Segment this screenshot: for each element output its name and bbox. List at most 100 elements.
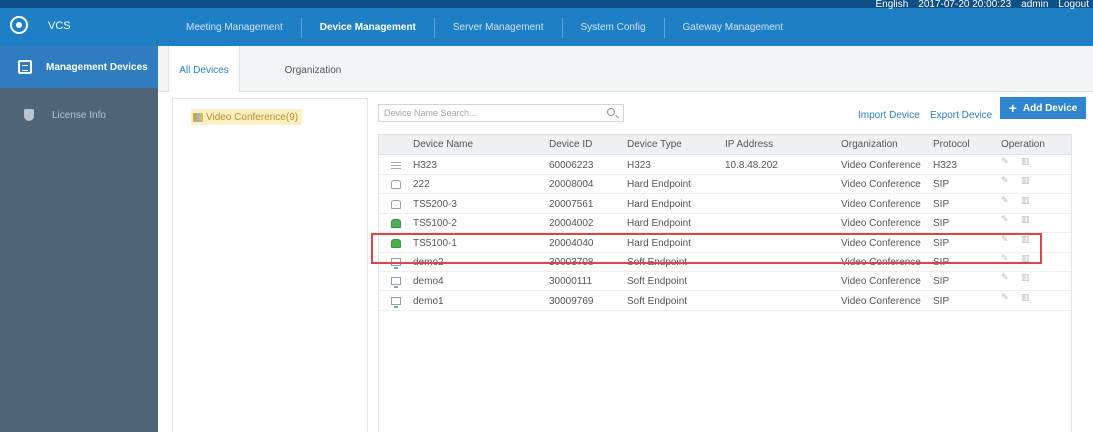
plus-icon: + — [1008, 100, 1017, 116]
datetime: 2017-07-20 20:00:23 — [918, 0, 1012, 10]
edit-icon[interactable]: ✎ — [1001, 272, 1009, 283]
sidebar: Management Devices License Info — [0, 46, 158, 432]
organization-cell: Video Conference — [841, 295, 921, 307]
tab-all-devices[interactable]: All Devices — [168, 46, 240, 92]
protocol-cell: H323 — [933, 160, 957, 171]
edit-icon[interactable]: ✎ — [1001, 214, 1009, 225]
device-name-cell: TS5200-3 — [413, 198, 457, 210]
organization-cell: Video Conference — [841, 179, 921, 191]
delete-icon[interactable]: ▥ — [1021, 272, 1030, 283]
sidebar-item-license-info[interactable]: License Info — [0, 94, 158, 136]
column-header-ip-address[interactable]: IP Address — [725, 135, 773, 155]
delete-icon[interactable]: ▥ — [1021, 195, 1030, 206]
h323-icon — [391, 162, 401, 169]
organization-icon — [193, 112, 203, 122]
hard-endpoint-icon — [391, 199, 401, 209]
table-row[interactable]: demo1 30009769 Soft Endpoint Video Conferen… — [379, 292, 1071, 311]
device-id-cell: 30000111 — [549, 276, 593, 288]
device-id-cell: 20004002 — [549, 218, 594, 230]
vcs-logo-icon — [10, 16, 28, 34]
user-name[interactable]: admin — [1021, 0, 1048, 10]
sidebar-item-label: License Info — [52, 109, 106, 121]
nav-gateway-management[interactable]: Gateway Management — [665, 18, 802, 38]
nav-server-management[interactable]: Server Management — [435, 18, 563, 38]
document-icon — [18, 60, 32, 74]
import-device-link[interactable]: Import Device — [858, 110, 920, 121]
table-header: Device Name Device ID Device Type IP Add… — [379, 135, 1071, 155]
delete-icon[interactable]: ▥ — [1021, 214, 1030, 225]
device-search — [378, 104, 624, 122]
sidebar-item-management-devices[interactable]: Management Devices — [0, 46, 158, 88]
edit-icon[interactable]: ✎ — [1001, 195, 1009, 206]
table-row[interactable]: TS5100-2 20004002 Hard Endpoint Video Confe… — [379, 214, 1071, 234]
device-type-cell: Hard Endpoint — [627, 218, 691, 230]
sidebar-item-label: Management Devices — [46, 61, 148, 73]
search-input[interactable] — [379, 105, 599, 121]
delete-icon[interactable]: ▥ — [1021, 175, 1030, 186]
top-bar: VCS Meeting Management Device Management… — [0, 0, 1093, 46]
protocol-cell: SIP — [933, 276, 950, 288]
device-id-cell: 30009769 — [549, 295, 594, 307]
main-nav: Meeting Management Device Management Ser… — [168, 14, 801, 42]
column-header-device-name[interactable]: Device Name — [413, 135, 473, 155]
organization-cell: Video Conference — [841, 276, 921, 288]
device-name-cell: demo1 — [413, 295, 444, 307]
edit-icon[interactable]: ✎ — [1001, 175, 1009, 186]
device-id-cell: 20008004 — [549, 179, 594, 191]
table-row[interactable]: TS5200-3 20007561 Hard Endpoint Video Confe… — [379, 195, 1071, 214]
brand-name: VCS — [48, 20, 71, 32]
tree-node-label: Video Conference(9) — [206, 111, 299, 123]
device-id-cell: 60006223 — [549, 160, 594, 171]
edit-icon[interactable]: ✎ — [1001, 292, 1009, 303]
device-id-cell: 20007561 — [549, 198, 594, 210]
device-type-cell: Hard Endpoint — [627, 179, 691, 191]
device-name-cell: TS5100-2 — [413, 218, 457, 230]
device-type-cell: Hard Endpoint — [627, 198, 691, 210]
table-row[interactable]: 222 20008004 Hard Endpoint Video Conference… — [379, 175, 1071, 195]
tab-organization[interactable]: Organization — [278, 46, 348, 92]
column-header-protocol[interactable]: Protocol — [933, 135, 970, 155]
device-type-cell: Soft Endpoint — [627, 295, 688, 307]
edit-icon[interactable]: ✎ — [1001, 156, 1009, 167]
device-name-cell: demo4 — [413, 276, 444, 288]
delete-icon[interactable]: ▥ — [1021, 156, 1030, 167]
ip-address-cell: 10.8.48.202 — [725, 160, 778, 171]
logout-link[interactable]: Logout — [1058, 0, 1089, 10]
protocol-cell: SIP — [933, 295, 950, 307]
protocol-cell: SIP — [933, 179, 950, 191]
table-row[interactable]: demo4 30000111 Soft Endpoint Video Conferen… — [379, 272, 1071, 292]
tree-node-video-conference[interactable]: Video Conference(9) — [191, 109, 303, 125]
column-header-organization[interactable]: Organization — [841, 135, 898, 155]
top-right-info: English 2017-07-20 20:00:23 admin Logout — [875, 0, 1089, 10]
organization-tree: Video Conference(9) — [172, 98, 368, 432]
export-device-link[interactable]: Export Device — [930, 110, 992, 121]
table-row[interactable]: H323 60006223 H323 10.8.48.202 Video Confere… — [379, 156, 1071, 175]
add-device-label: Add Device — [1022, 102, 1078, 114]
content-tabs: All Devices Organization — [158, 46, 1093, 92]
soft-endpoint-icon — [391, 296, 401, 308]
organization-cell: Video Conference — [841, 160, 921, 171]
highlighted-row-outline — [371, 233, 1042, 264]
device-name-cell: H323 — [413, 160, 437, 171]
nav-device-management[interactable]: Device Management — [302, 18, 435, 38]
hard-endpoint-online-icon — [391, 219, 401, 229]
device-table: Device Name Device ID Device Type IP Add… — [378, 134, 1072, 432]
soft-endpoint-icon — [391, 277, 401, 289]
search-icon[interactable] — [607, 108, 615, 116]
organization-cell: Video Conference — [841, 198, 921, 210]
column-header-device-type[interactable]: Device Type — [627, 135, 682, 155]
organization-cell: Video Conference — [841, 218, 921, 230]
language-selector[interactable]: English — [875, 0, 908, 10]
nav-system-config[interactable]: System Config — [563, 18, 665, 38]
device-name-cell: 222 — [413, 179, 430, 191]
device-type-cell: H323 — [627, 160, 651, 171]
device-type-cell: Soft Endpoint — [627, 276, 688, 288]
protocol-cell: SIP — [933, 198, 950, 210]
protocol-cell: SIP — [933, 218, 950, 230]
nav-meeting-management[interactable]: Meeting Management — [168, 18, 302, 38]
column-header-device-id[interactable]: Device ID — [549, 135, 592, 155]
add-device-button[interactable]: + Add Device — [1000, 97, 1086, 119]
column-header-operation: Operation — [1001, 139, 1045, 150]
delete-icon[interactable]: ▥ — [1021, 292, 1030, 303]
shield-icon — [24, 109, 34, 121]
